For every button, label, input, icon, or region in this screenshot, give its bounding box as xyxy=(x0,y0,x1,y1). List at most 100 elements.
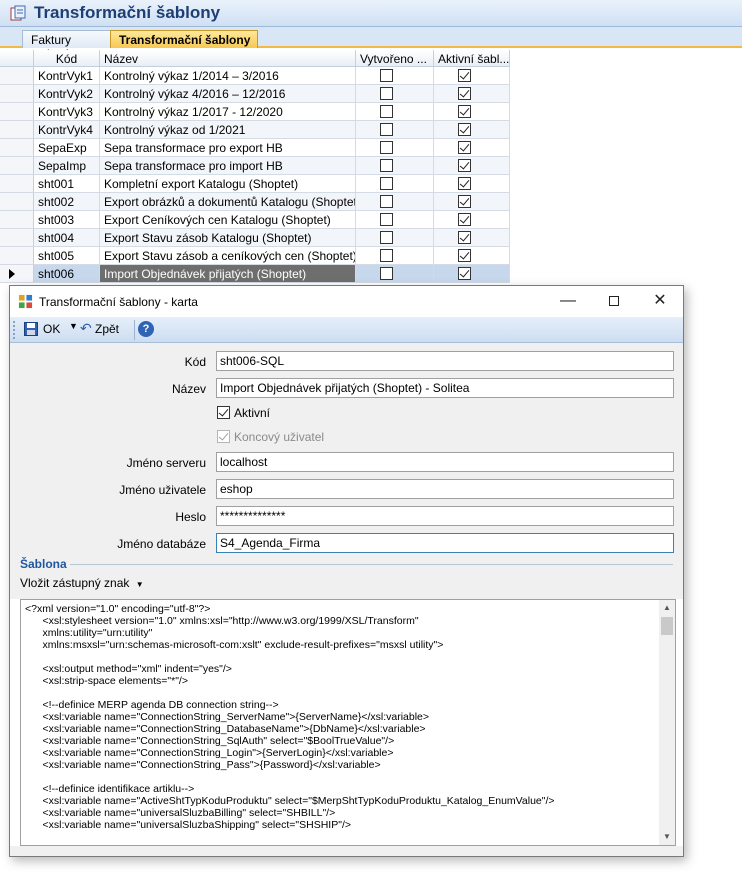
aktivni-sablona-checkbox[interactable] xyxy=(458,177,471,190)
cell-nazev[interactable]: Sepa transformace pro export HB xyxy=(100,139,356,157)
cell-vytvoreno[interactable] xyxy=(356,247,434,265)
cell-nazev[interactable]: Sepa transformace pro import HB xyxy=(100,157,356,175)
scroll-down-icon[interactable]: ▼ xyxy=(663,832,671,841)
back-button[interactable]: ↶ Zpět xyxy=(80,320,130,339)
vytvoreno-checkbox[interactable] xyxy=(380,87,393,100)
vytvoreno-checkbox[interactable] xyxy=(380,123,393,136)
cell-aktivni[interactable] xyxy=(434,247,510,265)
table-row[interactable]: sht004 Export Stavu zásob Katalogu (Shopt… xyxy=(0,229,510,247)
cell-vytvoreno[interactable] xyxy=(356,139,434,157)
aktivni-sablona-checkbox[interactable] xyxy=(458,267,471,280)
koncovy-uzivatel-checkbox[interactable] xyxy=(217,430,230,443)
cell-vytvoreno[interactable] xyxy=(356,175,434,193)
cell-nazev[interactable]: Kompletní export Katalogu (Shoptet) xyxy=(100,175,356,193)
cell-nazev[interactable]: Export Ceníkových cen Katalogu (Shoptet) xyxy=(100,211,356,229)
nazev-field[interactable]: Import Objednávek přijatých (Shoptet) - … xyxy=(216,378,674,398)
chevron-down-icon[interactable]: ▼ xyxy=(69,321,78,331)
cell-aktivni[interactable] xyxy=(434,121,510,139)
insert-placeholder-button[interactable]: Vložit zástupný znak ▼ xyxy=(20,576,144,590)
table-row[interactable]: sht002 Export obrázků a dokumentů Katalog… xyxy=(0,193,510,211)
row-indicator[interactable] xyxy=(0,175,34,193)
column-header-aktivni[interactable]: Aktivní šabl... xyxy=(434,50,510,67)
aktivni-sablona-checkbox[interactable] xyxy=(458,123,471,136)
vytvoreno-checkbox[interactable] xyxy=(380,195,393,208)
vytvoreno-checkbox[interactable] xyxy=(380,249,393,262)
row-indicator[interactable] xyxy=(0,85,34,103)
table-row[interactable]: sht003 Export Ceníkových cen Katalogu (Sh… xyxy=(0,211,510,229)
close-button[interactable]: ✕ xyxy=(637,286,683,317)
cell-vytvoreno[interactable] xyxy=(356,67,434,85)
vytvoreno-checkbox[interactable] xyxy=(380,159,393,172)
table-row[interactable]: KontrVyk4 Kontrolný výkaz od 1/2021 xyxy=(0,121,510,139)
cell-vytvoreno[interactable] xyxy=(356,121,434,139)
table-row[interactable]: sht005 Export Stavu zásob a ceníkových ce… xyxy=(0,247,510,265)
code-text[interactable]: <?xml version="1.0" encoding="utf-8"?> <… xyxy=(25,603,657,831)
cell-aktivni[interactable] xyxy=(434,67,510,85)
row-indicator[interactable] xyxy=(0,265,34,283)
row-indicator[interactable] xyxy=(0,229,34,247)
cell-aktivni[interactable] xyxy=(434,229,510,247)
table-row[interactable]: KontrVyk3 Kontrolný výkaz 1/2017 - 12/202… xyxy=(0,103,510,121)
help-button[interactable]: ? xyxy=(138,321,156,339)
cell-aktivni[interactable] xyxy=(434,85,510,103)
table-row[interactable]: sht006 Import Objednávek přijatých (Shopt… xyxy=(0,265,510,283)
row-indicator[interactable] xyxy=(0,211,34,229)
code-scrollbar[interactable]: ▲ ▼ xyxy=(659,600,675,845)
cell-kod[interactable]: KontrVyk2 xyxy=(34,85,100,103)
cell-kod[interactable]: sht003 xyxy=(34,211,100,229)
template-code-editor[interactable]: <?xml version="1.0" encoding="utf-8"?> <… xyxy=(20,599,676,846)
table-row[interactable]: KontrVyk2 Kontrolný výkaz 4/2016 – 12/201… xyxy=(0,85,510,103)
column-header-vytvoreno[interactable]: Vytvořeno ... xyxy=(356,50,434,67)
aktivni-sablona-checkbox[interactable] xyxy=(458,69,471,82)
cell-nazev[interactable]: Kontrolný výkaz 1/2017 - 12/2020 xyxy=(100,103,356,121)
cell-vytvoreno[interactable] xyxy=(356,229,434,247)
vytvoreno-checkbox[interactable] xyxy=(380,213,393,226)
table-row[interactable]: KontrVyk1 Kontrolný výkaz 1/2014 – 3/2016 xyxy=(0,67,510,85)
cell-aktivni[interactable] xyxy=(434,193,510,211)
scrollbar-thumb[interactable] xyxy=(661,617,673,635)
cell-nazev[interactable]: Kontrolný výkaz od 1/2021 xyxy=(100,121,356,139)
cell-kod[interactable]: sht001 xyxy=(34,175,100,193)
cell-aktivni[interactable] xyxy=(434,265,510,283)
cell-nazev[interactable]: Import Objednávek přijatých (Shoptet) xyxy=(100,265,356,283)
cell-nazev[interactable]: Kontrolný výkaz 1/2014 – 3/2016 xyxy=(100,67,356,85)
cell-aktivni[interactable] xyxy=(434,175,510,193)
aktivni-sablona-checkbox[interactable] xyxy=(458,249,471,262)
cell-vytvoreno[interactable] xyxy=(356,193,434,211)
ok-button[interactable]: OK ▼ xyxy=(24,321,86,339)
row-indicator[interactable] xyxy=(0,139,34,157)
cell-vytvoreno[interactable] xyxy=(356,265,434,283)
cell-nazev[interactable]: Export Stavu zásob Katalogu (Shoptet) xyxy=(100,229,356,247)
scroll-up-icon[interactable]: ▲ xyxy=(663,603,671,612)
row-indicator[interactable] xyxy=(0,157,34,175)
table-row[interactable]: sht001 Kompletní export Katalogu (Shoptet… xyxy=(0,175,510,193)
vytvoreno-checkbox[interactable] xyxy=(380,231,393,244)
cell-aktivni[interactable] xyxy=(434,211,510,229)
cell-kod[interactable]: KontrVyk3 xyxy=(34,103,100,121)
vytvoreno-checkbox[interactable] xyxy=(380,141,393,154)
cell-kod[interactable]: SepaExp xyxy=(34,139,100,157)
aktivni-sablona-checkbox[interactable] xyxy=(458,213,471,226)
cell-nazev[interactable]: Kontrolný výkaz 4/2016 – 12/2016 xyxy=(100,85,356,103)
vytvoreno-checkbox[interactable] xyxy=(380,105,393,118)
kod-field[interactable]: sht006-SQL xyxy=(216,351,674,371)
aktivni-sablona-checkbox[interactable] xyxy=(458,195,471,208)
database-field[interactable]: S4_Agenda_Firma xyxy=(216,533,674,553)
maximize-button[interactable] xyxy=(591,286,637,317)
cell-kod[interactable]: KontrVyk1 xyxy=(34,67,100,85)
column-header-nazev[interactable]: Název xyxy=(100,50,356,67)
cell-nazev[interactable]: Export Stavu zásob a ceníkových cen (Sho… xyxy=(100,247,356,265)
server-field[interactable]: localhost xyxy=(216,452,674,472)
aktivni-checkbox[interactable] xyxy=(217,406,230,419)
row-indicator[interactable] xyxy=(0,247,34,265)
cell-aktivni[interactable] xyxy=(434,103,510,121)
toolbar-grip[interactable] xyxy=(13,321,15,339)
cell-kod[interactable]: sht002 xyxy=(34,193,100,211)
cell-vytvoreno[interactable] xyxy=(356,103,434,121)
table-row[interactable]: SepaImp Sepa transformace pro import HB xyxy=(0,157,510,175)
column-header-kod[interactable]: Kód xyxy=(34,50,100,67)
minimize-button[interactable]: — xyxy=(545,286,591,317)
user-field[interactable]: eshop xyxy=(216,479,674,499)
cell-vytvoreno[interactable] xyxy=(356,157,434,175)
vytvoreno-checkbox[interactable] xyxy=(380,69,393,82)
